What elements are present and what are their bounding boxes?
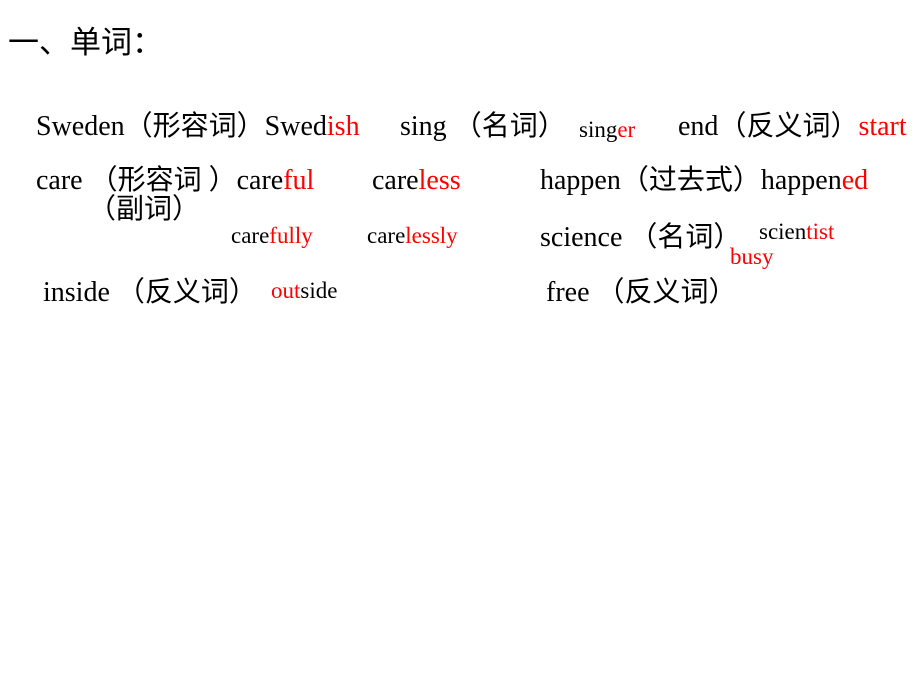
entry-care-base: care bbox=[36, 165, 83, 196]
entry-sweden-base: Sweden bbox=[36, 111, 125, 142]
entry-outside-suffix: side bbox=[300, 278, 338, 303]
entry-care-spacer bbox=[83, 165, 90, 196]
entry-careless-suffix: less bbox=[418, 165, 461, 196]
entry-inside-spacer bbox=[110, 277, 117, 308]
entry-careful-stem: care bbox=[236, 165, 284, 196]
entry-scientist-stem: scien bbox=[759, 219, 807, 244]
entry-sing-spacer bbox=[447, 111, 454, 142]
entry-free-spacer bbox=[590, 277, 597, 308]
entry-outside-stem: out bbox=[271, 278, 301, 303]
entry-careful-suffix: ful bbox=[283, 165, 315, 196]
entry-sing-base: sing bbox=[400, 111, 447, 142]
entry-carefully-suffix: fully bbox=[269, 223, 313, 248]
entry-free-answer: busy bbox=[730, 244, 774, 269]
entry-happened-stem: happen bbox=[760, 165, 842, 196]
entry-inside-hint: （反义词） bbox=[116, 277, 257, 308]
entry-care-hint-adverb: （副词） bbox=[88, 194, 201, 225]
entry-end-base: end bbox=[678, 111, 719, 142]
entry-care-hint-adjective: （形容词 ） bbox=[89, 165, 237, 196]
entry-carelessly-suffix: lessly bbox=[405, 223, 458, 248]
entry-inside-base: inside bbox=[43, 277, 110, 308]
entry-inside: inside （反义词） bbox=[15, 251, 257, 335]
entry-free: free （反义词） bbox=[518, 251, 737, 335]
entry-science-hint: （名词） bbox=[629, 222, 742, 253]
entry-carefully-stem: care bbox=[231, 223, 270, 248]
entry-happen-base: happen bbox=[540, 165, 621, 196]
page-title: 一、单词： bbox=[8, 25, 163, 60]
entry-end-hint: （反义词） bbox=[718, 111, 859, 142]
entry-sweden-hint: （形容词） bbox=[124, 111, 265, 142]
entry-free-hint: （反义词） bbox=[596, 277, 737, 308]
entry-happen-hint: （过去式） bbox=[620, 165, 761, 196]
slide-canvas: 一、单词： Sweden（形容词）Swedish sing （名词） singe… bbox=[0, 0, 920, 690]
entry-carelessly: carelessly bbox=[344, 201, 458, 270]
entry-scientist-suffix: tist bbox=[806, 219, 835, 244]
entry-happened-suffix: ed bbox=[841, 165, 869, 196]
entry-science-base: science bbox=[540, 222, 623, 253]
entry-free-base: free bbox=[546, 277, 590, 308]
entry-outside: outside bbox=[248, 256, 337, 325]
entry-carelessly-stem: care bbox=[367, 223, 406, 248]
entry-end-answer: start bbox=[858, 111, 907, 142]
entry-sing-hint: （名词） bbox=[453, 111, 566, 142]
entry-sweden-answer-stem: Swed bbox=[264, 111, 327, 142]
entry-careless-stem: care bbox=[372, 165, 419, 196]
entry-sweden-answer-suffix: ish bbox=[326, 111, 360, 142]
